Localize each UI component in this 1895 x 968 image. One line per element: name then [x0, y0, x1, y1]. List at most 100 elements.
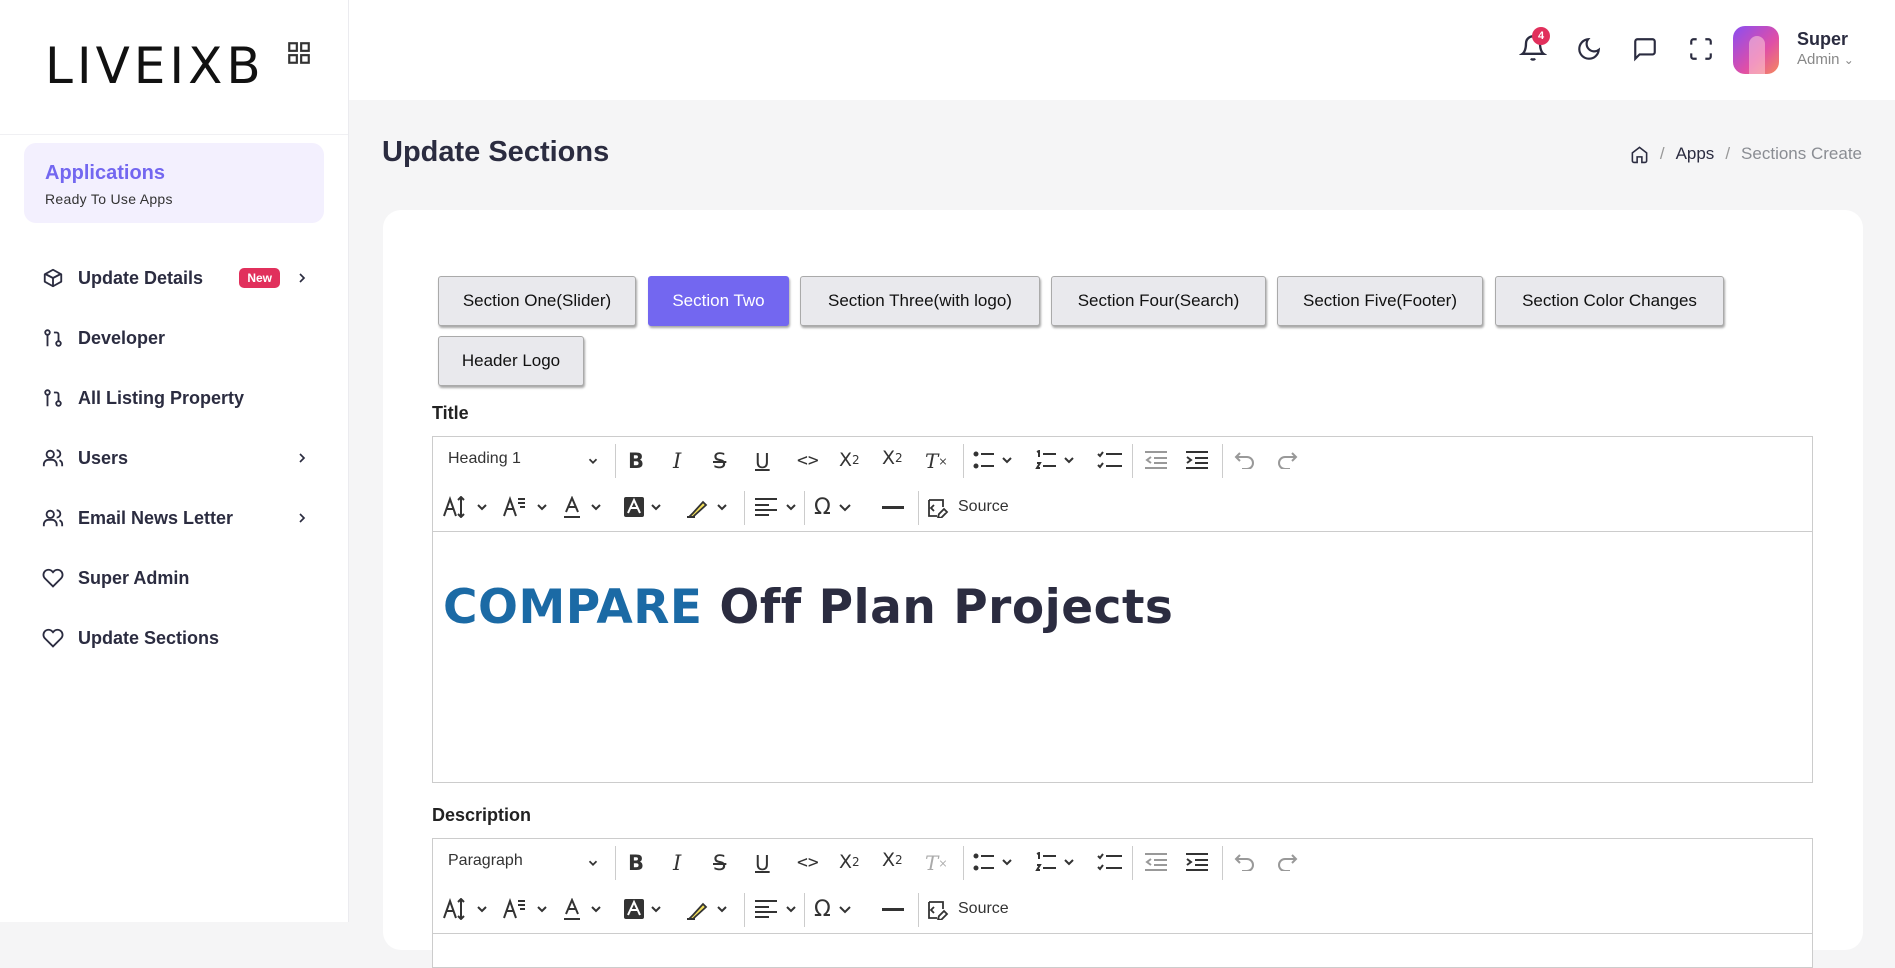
tab-section-color-changes[interactable]: Section Color Changes — [1495, 276, 1724, 326]
sidebar-item-update-details[interactable]: Update Details New — [42, 248, 310, 308]
font-size-icon[interactable] — [443, 898, 489, 920]
sidebar-menu: Update Details New Developer All Listing… — [42, 248, 310, 668]
subscript-icon[interactable]: X2 — [839, 449, 860, 471]
source-icon[interactable] — [927, 898, 951, 920]
undo-icon[interactable] — [1234, 451, 1256, 469]
avatar[interactable] — [1733, 26, 1779, 74]
description-editor-toolbar: Paragraph B I S U <> X2 X2 T × Ω Source — [433, 839, 1812, 934]
underline-icon[interactable]: U — [755, 851, 770, 875]
font-color-icon[interactable] — [563, 496, 609, 518]
toolbar-divider — [918, 491, 919, 525]
font-size-icon[interactable] — [443, 496, 489, 518]
sidebar-item-email-news-letter[interactable]: Email News Letter — [42, 488, 310, 548]
brand-logo[interactable]: LIVEIXB — [45, 38, 265, 94]
highlight-icon[interactable] — [686, 898, 732, 920]
undo-icon[interactable] — [1234, 853, 1256, 871]
redo-icon[interactable] — [1276, 451, 1298, 469]
fullscreen-icon[interactable] — [1688, 36, 1714, 62]
home-icon[interactable] — [1630, 145, 1649, 164]
alignment-icon[interactable] — [754, 497, 800, 517]
italic-icon[interactable]: I — [673, 851, 681, 875]
outdent-icon[interactable] — [1144, 852, 1168, 872]
sidebar-item-super-admin[interactable]: Super Admin — [42, 548, 310, 608]
font-background-icon[interactable] — [623, 496, 669, 518]
sidebar-item-label: All Listing Property — [78, 387, 245, 408]
heart-icon — [42, 627, 66, 649]
heading-select[interactable]: Heading 1 — [448, 450, 521, 468]
paragraph-select[interactable]: Paragraph — [448, 852, 523, 870]
sidebar-item-developer[interactable]: Developer — [42, 308, 310, 368]
indent-icon[interactable] — [1185, 450, 1209, 470]
todo-list-icon[interactable] — [1097, 852, 1123, 872]
tab-section-four[interactable]: Section Four(Search) — [1051, 276, 1266, 326]
tab-section-three[interactable]: Section Three(with logo) — [800, 276, 1040, 326]
toolbar-divider — [1222, 444, 1223, 478]
superscript-icon[interactable]: X2 — [882, 447, 903, 469]
description-label: Description — [432, 805, 532, 825]
font-color-icon[interactable] — [563, 898, 609, 920]
chevron-right-icon — [294, 450, 310, 466]
font-background-icon[interactable] — [623, 898, 669, 920]
source-label[interactable]: Source — [958, 498, 1009, 516]
applications-panel[interactable]: Applications Ready To Use Apps — [24, 143, 324, 223]
superscript-icon[interactable]: X2 — [882, 849, 903, 871]
breadcrumb-separator: / — [1659, 144, 1665, 163]
bulleted-list-icon[interactable] — [973, 450, 1015, 470]
tab-section-two[interactable]: Section Two — [648, 276, 789, 326]
code-icon[interactable]: <> — [797, 450, 819, 471]
bold-icon[interactable]: B — [628, 851, 644, 875]
italic-icon[interactable]: I — [673, 449, 681, 473]
applications-subtitle: Ready To Use Apps — [45, 191, 173, 207]
title-content-heading[interactable]: COMPARE Off Plan Projects — [443, 580, 1802, 635]
user-role[interactable]: Admin ⌄ — [1797, 51, 1854, 68]
numbered-list-icon[interactable] — [1035, 450, 1077, 470]
applications-title: Applications — [45, 162, 166, 184]
highlight-icon[interactable] — [686, 496, 732, 518]
redo-icon[interactable] — [1276, 853, 1298, 871]
sidebar-item-update-sections[interactable]: Update Sections — [42, 608, 310, 668]
remove-format-icon[interactable]: T × — [925, 851, 948, 875]
tab-section-one[interactable]: Section One(Slider) — [438, 276, 636, 326]
todo-list-icon[interactable] — [1097, 450, 1123, 470]
source-label[interactable]: Source — [958, 900, 1009, 918]
toolbar-divider — [1222, 846, 1223, 880]
tab-header-logo[interactable]: Header Logo — [438, 336, 584, 386]
horizontal-line-icon[interactable] — [882, 908, 904, 911]
alignment-icon[interactable] — [754, 899, 800, 919]
user-name[interactable]: Super — [1797, 29, 1848, 50]
subscript-icon[interactable]: X2 — [839, 851, 860, 873]
grid-menu-icon[interactable] — [286, 40, 312, 66]
special-characters-icon[interactable]: Ω — [814, 495, 855, 520]
chevron-down-icon[interactable] — [586, 454, 600, 468]
sidebar-item-all-listing-property[interactable]: All Listing Property — [42, 368, 310, 428]
chevron-down-icon[interactable] — [586, 856, 600, 870]
underline-icon[interactable]: U — [755, 449, 770, 473]
sidebar-item-users[interactable]: Users — [42, 428, 310, 488]
message-icon[interactable] — [1632, 36, 1658, 62]
notification-count-badge: 4 — [1532, 27, 1550, 45]
strikethrough-icon[interactable]: S — [713, 851, 726, 875]
toolbar-divider — [963, 846, 964, 880]
numbered-list-icon[interactable] — [1035, 852, 1077, 872]
outdent-icon[interactable] — [1144, 450, 1168, 470]
font-family-icon[interactable] — [503, 898, 549, 920]
title-editor-content[interactable]: COMPARE Off Plan Projects — [433, 580, 1812, 635]
title-editor-toolbar: Heading 1 B I S U <> X2 X2 T × Ω Source — [433, 437, 1812, 532]
logo-area: LIVEIXB — [0, 0, 348, 135]
tab-section-five[interactable]: Section Five(Footer) — [1277, 276, 1483, 326]
special-characters-icon[interactable]: Ω — [814, 897, 855, 922]
bulleted-list-icon[interactable] — [973, 852, 1015, 872]
code-icon[interactable]: <> — [797, 852, 819, 873]
strikethrough-icon[interactable]: S — [713, 449, 726, 473]
moon-icon[interactable] — [1576, 36, 1602, 62]
font-family-icon[interactable] — [503, 496, 549, 518]
source-icon[interactable] — [927, 496, 951, 518]
chevron-down-icon: ⌄ — [1843, 53, 1854, 67]
bold-icon[interactable]: B — [628, 449, 644, 473]
user-role-label: Admin — [1797, 51, 1840, 68]
indent-icon[interactable] — [1185, 852, 1209, 872]
horizontal-line-icon[interactable] — [882, 506, 904, 509]
breadcrumb-apps[interactable]: Apps — [1676, 144, 1715, 164]
toolbar-row-1: Paragraph B I S U <> X2 X2 T × — [433, 839, 1812, 886]
remove-format-icon[interactable]: T × — [925, 449, 948, 473]
